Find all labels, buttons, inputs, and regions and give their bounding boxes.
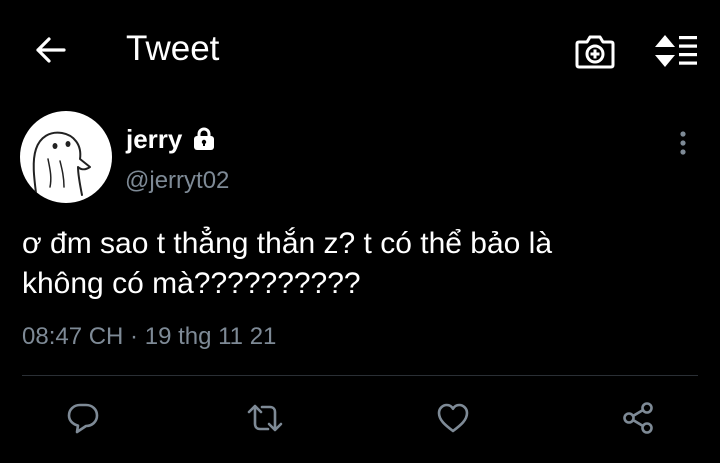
more-vertical-icon [679, 130, 687, 156]
back-button[interactable] [28, 30, 72, 70]
more-options-button[interactable] [670, 128, 696, 158]
cartoon-avatar [32, 131, 91, 196]
sort-button[interactable] [650, 30, 702, 72]
author-name-row: jerry [126, 124, 216, 154]
tweet-text-line: không có mà?????????? [22, 267, 361, 300]
add-photo-button[interactable] [572, 28, 618, 74]
reply-button[interactable] [61, 396, 105, 440]
avatar[interactable] [20, 111, 112, 203]
author-display-name[interactable]: jerry [126, 124, 182, 154]
camera-add-icon [575, 33, 615, 69]
tweet-text-line: ơ đm sao t thẳng thắn z? t có thể bảo là [22, 227, 553, 260]
like-button[interactable] [431, 396, 475, 440]
author-handle[interactable]: @jerryt02 [125, 166, 229, 196]
divider [22, 375, 698, 376]
tweet-text: ơ đm sao t thẳng thắn z? t có thể bảo là… [22, 224, 692, 304]
reply-icon [66, 401, 100, 435]
arrow-left-icon [34, 36, 66, 64]
tweet-timestamp: 08:47 CH · 19 thg 11 21 [22, 323, 277, 350]
retweet-button[interactable] [243, 396, 287, 440]
page-title: Tweet [126, 29, 220, 68]
lock-icon [192, 127, 216, 151]
like-icon [436, 402, 470, 434]
retweet-icon [246, 401, 284, 435]
share-icon [621, 401, 655, 435]
top-app-bar: Tweet [0, 0, 720, 100]
sort-list-icon [653, 34, 699, 68]
share-button[interactable] [616, 396, 660, 440]
